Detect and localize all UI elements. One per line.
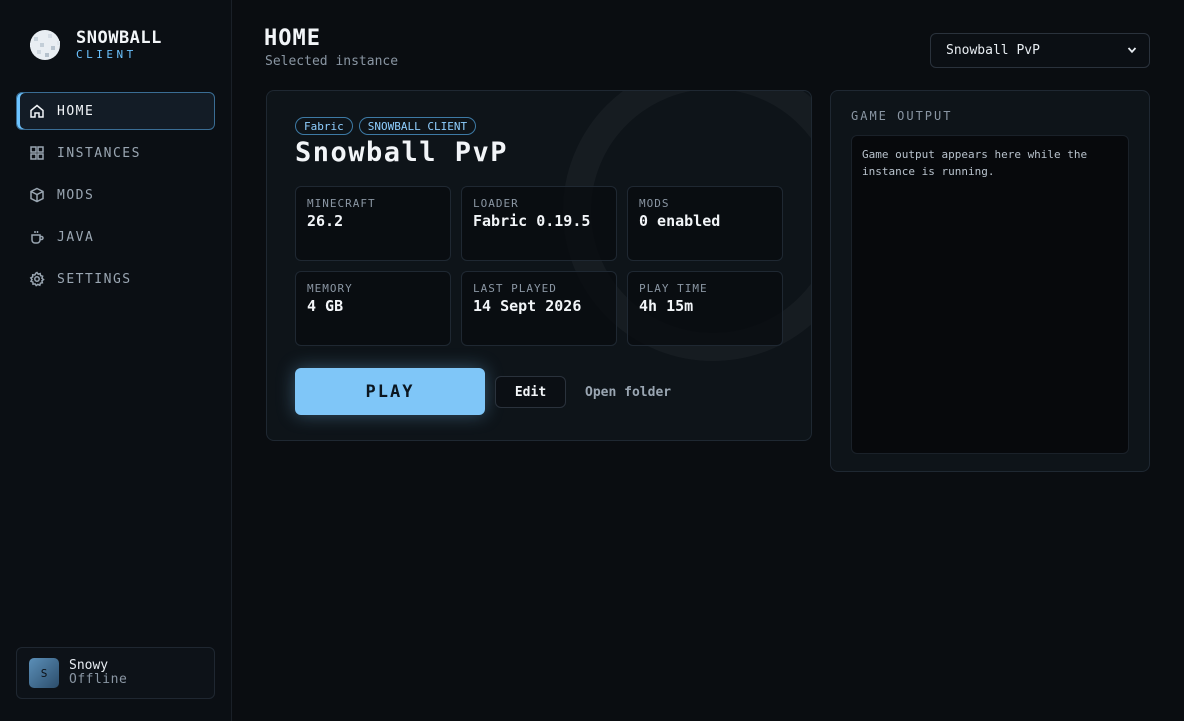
stat-value: 26.2 [307, 212, 344, 230]
user-name: Snowy [69, 658, 109, 674]
game-output-log[interactable]: Game output appears here while the insta… [851, 135, 1129, 454]
stat-play-time: PLAY TIME 4h 15m [627, 271, 783, 346]
game-output-title: GAME OUTPUT [851, 109, 953, 123]
brand-name: SNOWBALL [76, 28, 162, 48]
play-button[interactable]: PLAY [295, 368, 485, 415]
cup-icon [31, 231, 44, 244]
stat-value: 0 enabled [639, 212, 721, 230]
user-card[interactable]: S Snowy Offline [16, 647, 215, 699]
sidebar: SNOWBALL CLIENT HOME INSTANCES MODS JAVA… [0, 0, 232, 721]
snowball-logo-icon [30, 30, 60, 60]
home-icon [30, 104, 44, 118]
grid-icon [30, 146, 44, 160]
stat-label: MODS [639, 197, 670, 210]
edit-button[interactable]: Edit [495, 376, 566, 408]
client-tag: SNOWBALL CLIENT [358, 117, 477, 135]
sidebar-item-label: JAVA [57, 229, 95, 245]
cube-icon [30, 187, 44, 203]
sidebar-nav: HOME INSTANCES MODS JAVA SETTINGS [16, 92, 215, 302]
stat-last-played: LAST PLAYED 14 Sept 2026 [461, 271, 617, 346]
sidebar-item-label: INSTANCES [57, 145, 141, 161]
open-folder-button[interactable]: Open folder [585, 376, 671, 408]
instance-name: Snowball PvP [295, 137, 509, 168]
stat-minecraft: MINECRAFT 26.2 [295, 186, 451, 261]
brand-subtitle: CLIENT [76, 48, 137, 61]
stat-label: MINECRAFT [307, 197, 376, 210]
sidebar-item-label: HOME [57, 103, 95, 119]
stat-mods: MODS 0 enabled [627, 186, 783, 261]
instance-tags: Fabric SNOWBALL CLIENT [295, 117, 477, 135]
sidebar-item-home[interactable]: HOME [16, 92, 215, 130]
sidebar-item-mods[interactable]: MODS [16, 176, 215, 214]
sidebar-item-instances[interactable]: INSTANCES [16, 134, 215, 172]
stat-label: MEMORY [307, 282, 353, 295]
stat-value: 4h 15m [639, 297, 694, 315]
stat-loader: LOADER Fabric 0.19.5 [461, 186, 617, 261]
stat-label: LAST PLAYED [473, 282, 557, 295]
brand: SNOWBALL CLIENT [28, 28, 162, 62]
user-status: Offline [69, 672, 128, 687]
instance-select-value: Snowball PvP [946, 43, 1040, 58]
stat-value: 4 GB [307, 297, 344, 315]
stat-label: LOADER [473, 197, 519, 210]
instance-card: Fabric SNOWBALL CLIENT Snowball PvP MINE… [266, 90, 812, 441]
avatar: S [29, 658, 59, 688]
stat-value: 14 Sept 2026 [473, 297, 582, 315]
page-title: HOME [264, 26, 321, 51]
stat-memory: MEMORY 4 GB [295, 271, 451, 346]
sidebar-item-label: MODS [57, 187, 95, 203]
sidebar-item-java[interactable]: JAVA [16, 218, 215, 256]
game-output-panel: GAME OUTPUT Game output appears here whi… [830, 90, 1150, 472]
sidebar-item-settings[interactable]: SETTINGS [16, 260, 215, 298]
instance-select[interactable]: Snowball PvP [930, 33, 1150, 68]
sidebar-item-label: SETTINGS [57, 271, 132, 287]
stat-label: PLAY TIME [639, 282, 708, 295]
chevron-down-icon [1127, 47, 1137, 54]
stat-value: Fabric 0.19.5 [473, 212, 591, 230]
loader-tag: Fabric [295, 117, 353, 135]
gear-icon [29, 271, 45, 287]
page-subtitle: Selected instance [265, 54, 399, 69]
